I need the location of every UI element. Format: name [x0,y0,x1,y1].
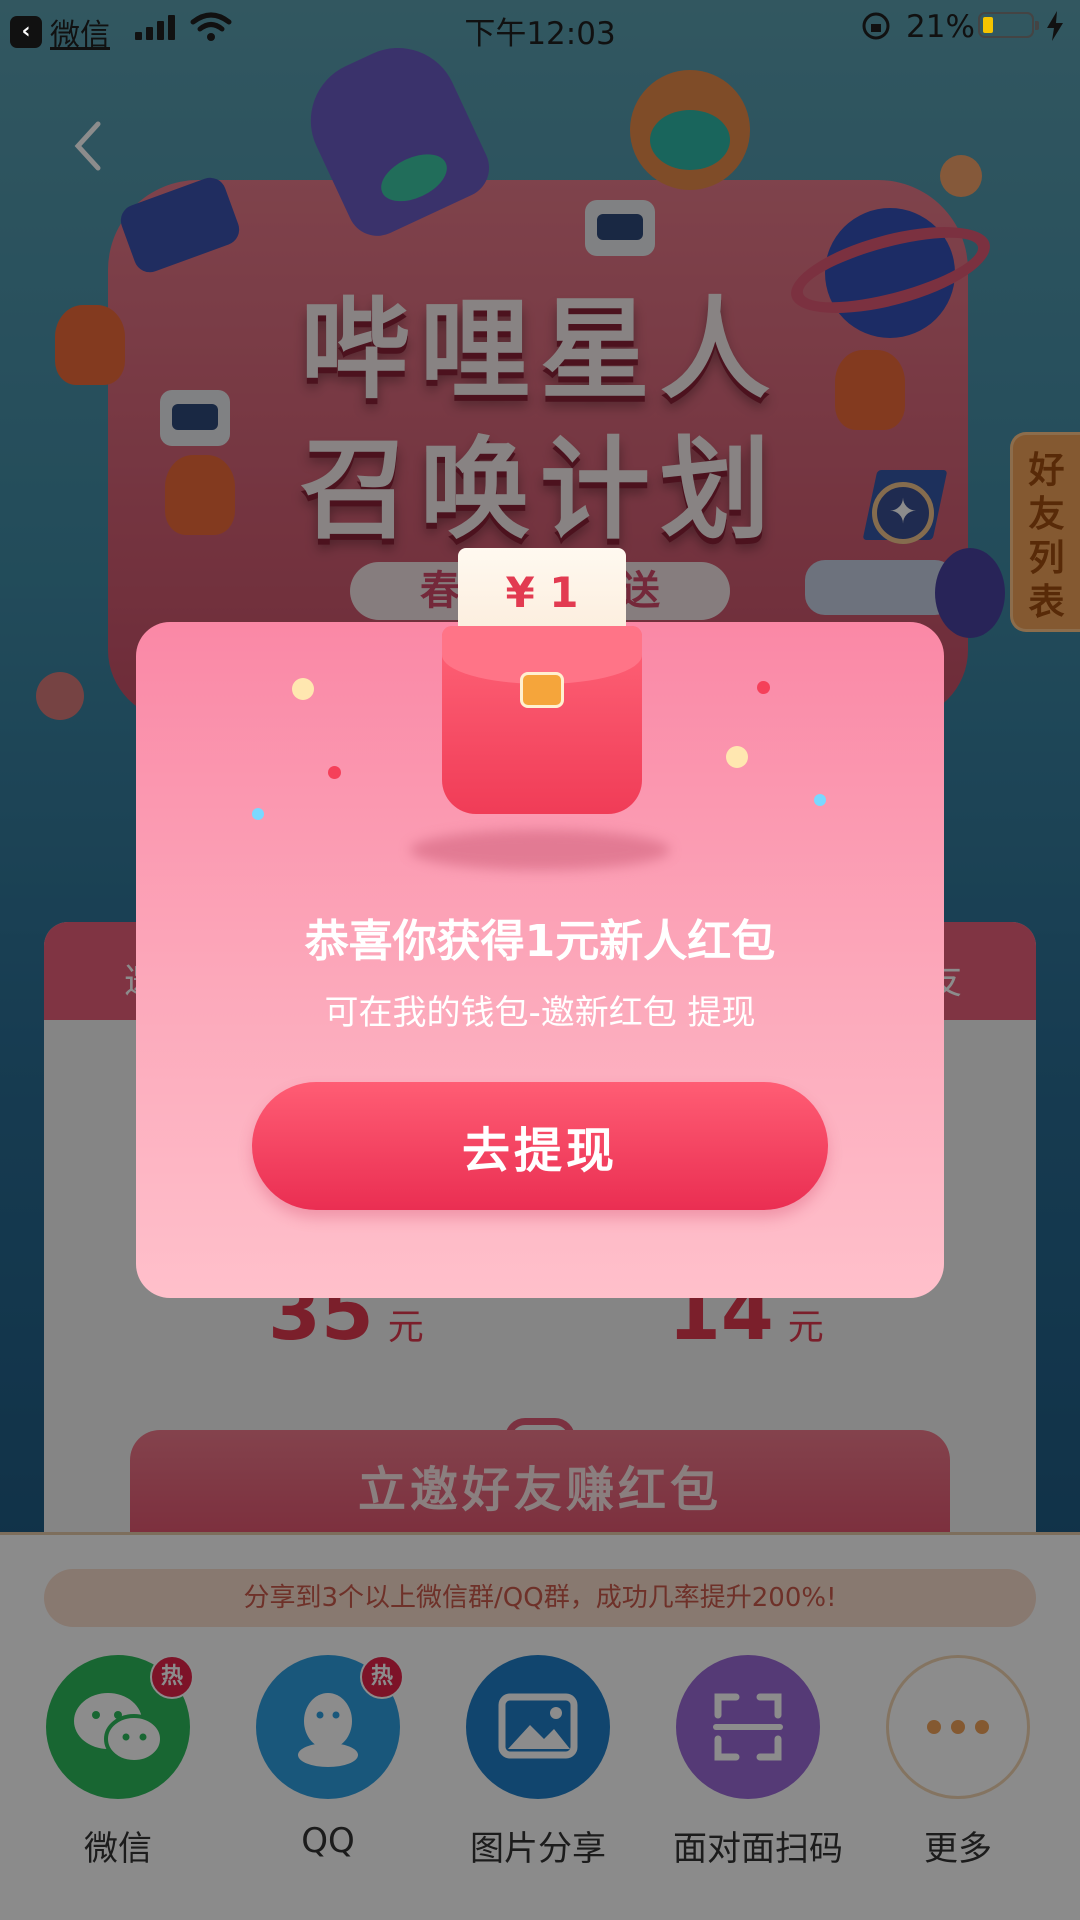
rotation-lock-icon [862,12,890,40]
envelope-shadow [410,830,670,870]
tv-seal-icon [520,672,564,708]
charging-icon [1047,11,1063,41]
confetti-dot [757,681,770,694]
withdraw-button[interactable]: 去提现 [252,1082,828,1210]
confetti-dot [726,746,748,768]
battery-fill [983,17,993,33]
modal-subtitle: 可在我的钱包-邀新红包 提现 [324,993,756,1033]
status-bar: ‹ 微信 下午12:03 21% [0,0,1080,54]
battery-icon [978,12,1039,38]
confetti-dot [252,808,264,820]
battery-percent: 21% [906,9,975,45]
confetti-dot [814,794,826,806]
confetti-dot [328,766,341,779]
red-envelope-icon: ¥ 1 [442,548,642,814]
confetti-dot [292,678,314,700]
modal-title: 恭喜你获得1元新人红包 [304,916,776,967]
